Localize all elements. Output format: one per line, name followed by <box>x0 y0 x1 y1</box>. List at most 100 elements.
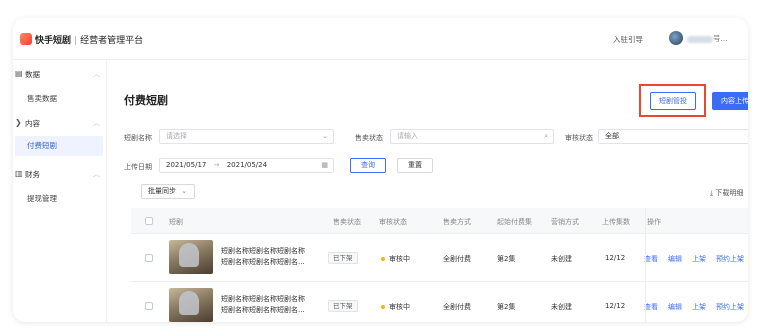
column-header-drama: 短剧 <box>169 218 183 226</box>
chevron-down-icon: ⌄ <box>746 130 748 143</box>
search-icon: ⌕ <box>544 132 548 140</box>
drama-title-line2: 短剧名称短剧名称短剧名... <box>221 258 305 266</box>
row-checkbox[interactable] <box>145 302 153 310</box>
date-start: 2021/05/17 <box>166 161 207 169</box>
sidebar: ▤ 数据 ︿ 售卖数据 ❯ 内容 ︿ 付费短剧 ▥ 财务 ︿ 提现管理 <box>13 60 107 322</box>
review-status-select[interactable]: 全部 ⌄ <box>598 129 748 144</box>
publish-link[interactable]: 上架 <box>692 302 706 312</box>
review-status-value: 全部 <box>605 132 619 140</box>
batch-sync-dropdown[interactable]: 批量同步 ⌄ <box>141 184 195 199</box>
calendar-icon: ▦ <box>321 161 328 169</box>
brand-separator: | <box>74 36 78 46</box>
user-menu[interactable]: 号... <box>687 33 739 44</box>
sidebar-group-label: 数据 <box>25 70 40 79</box>
upload-date-label: 上传日期 <box>124 163 152 171</box>
download-detail-button[interactable]: ⤓ 下载明细 <box>710 188 743 198</box>
drama-title-line1: 短剧名称短剧名称短剧名称 <box>221 247 305 255</box>
publish-link[interactable]: 上架 <box>692 254 706 264</box>
table-row: 短剧名称短剧名称短剧名称 短剧名称短剧名称短剧名... 已下架 审核中 全剧付费… <box>131 234 748 282</box>
batch-sync-label: 批量同步 <box>148 187 176 195</box>
start-paid-episode: 第2集 <box>497 255 516 263</box>
brand-name: 快手短剧 <box>35 36 72 46</box>
sidebar-item-sales-data[interactable]: 售卖数据 <box>15 89 103 109</box>
reset-button[interactable]: 重置 <box>397 158 433 173</box>
main-content: 付费短剧 短剧管投 内容上传 短剧名称 请选择 ⌄ 售卖状态 请输入 ⌕ 审核状… <box>107 60 748 322</box>
column-header-episodes: 上传集数 <box>602 218 630 226</box>
content-icon: ❯ <box>15 118 22 127</box>
select-all-checkbox[interactable] <box>145 217 153 225</box>
chevron-down-icon: ⌄ <box>181 187 188 195</box>
drama-title-line1: 短剧名称短剧名称短剧名称 <box>221 295 305 303</box>
brand-title: 快手短剧 | 经营者管理平台 <box>35 33 143 46</box>
column-header-actions: 操作 <box>647 218 661 226</box>
query-button[interactable]: 查询 <box>350 158 386 173</box>
download-detail-label: 下载明细 <box>715 189 744 197</box>
date-end: 2021/05/24 <box>226 161 268 169</box>
column-header-sale-mode: 售卖方式 <box>443 218 471 226</box>
marketing-mode: 未创建 <box>551 303 572 311</box>
schedule-publish-link[interactable]: 预约上架 <box>716 254 744 264</box>
platform-name: 经营者管理平台 <box>80 36 144 46</box>
chart-icon: ▤ <box>15 69 23 78</box>
review-status: 审核中 <box>381 302 410 312</box>
top-bar: 快手短剧 | 经营者管理平台 入驻引导 号... <box>13 18 748 60</box>
review-status-label: 审核状态 <box>565 134 593 142</box>
uploaded-episodes: 12/12 <box>605 254 626 262</box>
column-header-sale-status: 售卖状态 <box>333 218 361 226</box>
content-upload-button[interactable]: 内容上传 <box>712 92 748 110</box>
sale-mode: 全剧付费 <box>443 303 471 311</box>
view-link[interactable]: 查看 <box>644 254 658 264</box>
avatar[interactable] <box>669 31 683 45</box>
row-checkbox[interactable] <box>145 254 153 262</box>
redacted-username <box>687 35 713 43</box>
sidebar-item-paid-drama[interactable]: 付费短剧 <box>15 136 103 156</box>
drama-name-select[interactable]: 请选择 ⌄ <box>159 129 334 144</box>
view-link[interactable]: 查看 <box>644 302 658 312</box>
status-badge: 已下架 <box>328 252 358 264</box>
table-row: 短剧名称短剧名称短剧名称 短剧名称短剧名称短剧名... 已下架 审核中 全剧付费… <box>131 282 748 322</box>
upload-date-range-picker[interactable]: 2021/05/17 → 2021/05/24 ▦ <box>159 158 334 173</box>
username-suffix: 号... <box>713 34 728 43</box>
edit-link[interactable]: 编辑 <box>668 302 682 312</box>
sidebar-group-label: 财务 <box>25 170 40 179</box>
chevron-down-icon: ⌄ <box>322 132 328 140</box>
drama-title-line2: 短剧名称短剧名称短剧名... <box>221 306 305 314</box>
schedule-publish-link[interactable]: 预约上架 <box>716 302 744 312</box>
chevron-up-icon: ︿ <box>93 170 100 178</box>
drama-manage-button[interactable]: 短剧管投 <box>650 92 696 110</box>
status-dot-icon <box>381 257 385 261</box>
drama-cover-image[interactable] <box>169 288 213 322</box>
page-title: 付费短剧 <box>124 94 168 107</box>
sale-status-input[interactable]: 请输入 ⌕ <box>390 129 554 144</box>
kuaishou-logo-icon <box>20 33 32 45</box>
sidebar-group-label: 内容 <box>25 119 40 128</box>
download-icon: ⤓ <box>710 189 714 197</box>
drama-name-placeholder: 请选择 <box>166 132 187 140</box>
app-window: 快手短剧 | 经营者管理平台 入驻引导 号... ▤ 数据 ︿ 售卖数据 ❯ 内容 … <box>13 18 748 322</box>
review-status: 审核中 <box>381 254 410 264</box>
sale-status-label: 售卖状态 <box>355 134 383 142</box>
finance-icon: ▥ <box>15 169 23 178</box>
edit-link[interactable]: 编辑 <box>668 254 682 264</box>
entry-guide-link[interactable]: 入驻引导 <box>613 34 643 45</box>
chevron-up-icon: ︿ <box>93 119 100 127</box>
sale-status-placeholder: 请输入 <box>397 132 418 140</box>
chevron-up-icon: ︿ <box>93 70 100 78</box>
marketing-mode: 未创建 <box>551 255 572 263</box>
drama-cover-image[interactable] <box>169 240 213 274</box>
sidebar-item-withdraw[interactable]: 提现管理 <box>15 189 103 209</box>
start-paid-episode: 第2集 <box>497 303 516 311</box>
drama-title[interactable]: 短剧名称短剧名称短剧名称 短剧名称短剧名称短剧名... <box>221 246 319 268</box>
drama-title[interactable]: 短剧名称短剧名称短剧名称 短剧名称短剧名称短剧名... <box>221 294 319 316</box>
column-header-marketing: 营销方式 <box>551 218 579 226</box>
column-header-start-paid-episode: 起始付费集 <box>497 218 532 226</box>
status-dot-icon <box>381 305 385 309</box>
uploaded-episodes: 12/12 <box>605 302 626 310</box>
date-arrow: → <box>213 161 220 169</box>
review-status-text: 审核中 <box>389 255 410 263</box>
status-badge: 已下架 <box>328 300 358 312</box>
sale-mode: 全剧付费 <box>443 255 471 263</box>
drama-name-label: 短剧名称 <box>124 134 152 142</box>
actions-column-divider <box>645 208 646 322</box>
table-header: 短剧 售卖状态 审核状态 售卖方式 起始付费集 营销方式 上传集数 操作 <box>131 208 748 234</box>
